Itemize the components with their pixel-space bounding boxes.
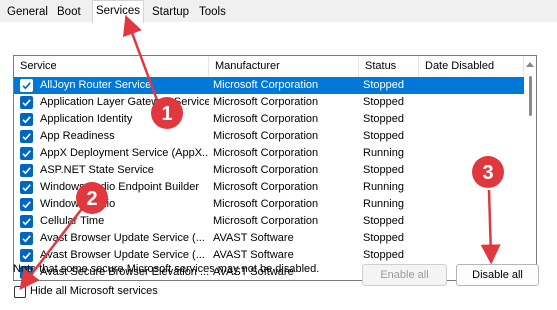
cell-status: Running [363,147,404,159]
row-checkbox[interactable] [20,249,33,262]
row-checkbox[interactable] [20,79,33,92]
cell-status: Stopped [363,113,404,125]
checkmark-icon [22,235,31,243]
cell-manufacturer: AVAST Software [213,232,294,244]
cell-manufacturer: AVAST Software [213,249,294,261]
tab-services[interactable]: Services [92,0,144,23]
cell-status: Stopped [363,249,404,261]
enable-all-button[interactable]: Enable all [362,264,447,286]
list-rows: AllJoyn Router Service Microsoft Corporat… [14,77,524,280]
cell-date-disabled [419,111,524,128]
table-row[interactable]: Avast Browser Update Service (... AVAST S… [14,230,524,247]
checkmark-icon [22,133,31,141]
checkmark-icon [22,99,31,107]
cell-service: AllJoyn Router Service [40,79,152,91]
cell-status: Running [363,181,404,193]
cell-manufacturer: Microsoft Corporation [213,215,319,227]
checkmark-icon [22,167,31,175]
list-header: Service Manufacturer Status Date Disable… [14,56,536,78]
table-row[interactable]: Application Layer Gateway Service Microso… [14,94,524,111]
table-row[interactable]: ASP.NET State Service Microsoft Corporati… [14,162,524,179]
cell-manufacturer: Microsoft Corporation [213,164,319,176]
cell-status: Running [363,198,404,210]
cell-service: ASP.NET State Service [40,164,154,176]
cell-status: Stopped [363,130,404,142]
cell-status: Stopped [363,96,404,108]
tab-startup[interactable]: Startup [150,4,191,22]
cell-status: Stopped [363,232,404,244]
table-row[interactable]: Application Identity Microsoft Corporatio… [14,111,524,128]
checkmark-icon [22,116,31,124]
cell-date-disabled [419,230,524,247]
cell-status: Stopped [363,79,404,91]
row-checkbox[interactable] [20,130,33,143]
cell-service: Avast Browser Update Service (... [40,249,205,261]
cell-status: Stopped [363,164,404,176]
vertical-scrollbar[interactable] [524,56,536,280]
cell-date-disabled [419,213,524,230]
cell-manufacturer: Microsoft Corporation [213,130,319,142]
cell-manufacturer: Microsoft Corporation [213,198,319,210]
checkmark-icon [22,184,31,192]
cell-manufacturer: Microsoft Corporation [213,79,319,91]
tab-general[interactable]: General [5,4,50,22]
cell-service: Windows Audio Endpoint Builder [40,181,199,193]
table-row[interactable]: AppX Deployment Service (AppX... Microsof… [14,145,524,162]
tab-tools[interactable]: Tools [197,4,228,22]
cell-manufacturer: Microsoft Corporation [213,113,319,125]
column-status[interactable]: Status [359,56,419,77]
table-row[interactable]: Windows Audio Endpoint Builder Microsoft … [14,179,524,196]
cell-status: Stopped [363,215,404,227]
cell-date-disabled [419,77,524,94]
table-row[interactable]: App Readiness Microsoft Corporation Stoppe… [14,128,524,145]
checkmark-icon [22,201,31,209]
cell-date-disabled [419,247,524,264]
cell-date-disabled [419,179,524,196]
column-manufacturer[interactable]: Manufacturer [209,56,359,77]
row-checkbox[interactable] [20,113,33,126]
checkmark-icon [22,218,31,226]
cell-manufacturer: Microsoft Corporation [213,96,319,108]
cell-manufacturer: Microsoft Corporation [213,147,319,159]
row-checkbox[interactable] [20,164,33,177]
disable-all-button[interactable]: Disable all [456,264,539,286]
row-checkbox[interactable] [20,215,33,228]
checkmark-icon [22,82,31,90]
tab-boot[interactable]: Boot [55,4,83,22]
table-row[interactable]: Avast Browser Update Service (... AVAST S… [14,247,524,264]
note-text: Note that some secure Microsoft services… [13,263,320,275]
checkbox-unchecked-icon[interactable] [14,286,26,298]
cell-service: Application Layer Gateway Service [40,96,209,108]
cell-service: Cellular Time [40,215,105,227]
cell-date-disabled [419,128,524,145]
column-date-disabled[interactable]: Date Disabled [419,56,524,77]
cell-service: AppX Deployment Service (AppX... [40,147,209,159]
cell-service: Windows Audio [40,198,116,210]
cell-manufacturer: Microsoft Corporation [213,181,319,193]
services-list[interactable]: Service Manufacturer Status Date Disable… [13,55,537,281]
hide-microsoft-label[interactable]: Hide all Microsoft services [30,285,158,297]
row-checkbox[interactable] [20,147,33,160]
column-service[interactable]: Service [14,56,209,77]
row-checkbox[interactable] [20,96,33,109]
services-pane: Service Manufacturer Status Date Disable… [0,22,557,310]
scroll-thumb[interactable] [529,76,532,116]
row-checkbox[interactable] [20,232,33,245]
cell-service: App Readiness [40,130,115,142]
table-row[interactable]: AllJoyn Router Service Microsoft Corporat… [14,77,524,94]
row-checkbox[interactable] [20,198,33,211]
cell-date-disabled [419,145,524,162]
tab-bar: General Boot Services Startup Tools [0,0,557,23]
checkmark-icon [22,150,31,158]
cell-date-disabled [419,162,524,179]
cell-date-disabled [419,196,524,213]
checkmark-icon [22,252,31,260]
row-checkbox[interactable] [20,181,33,194]
cell-service: Application Identity [40,113,133,125]
table-row[interactable]: Cellular Time Microsoft Corporation Stoppe… [14,213,524,230]
scroll-up-icon[interactable] [526,62,534,67]
cell-date-disabled [419,94,524,111]
cell-service: Avast Browser Update Service (... [40,232,205,244]
table-row[interactable]: Windows Audio Microsoft Corporation Runnin… [14,196,524,213]
